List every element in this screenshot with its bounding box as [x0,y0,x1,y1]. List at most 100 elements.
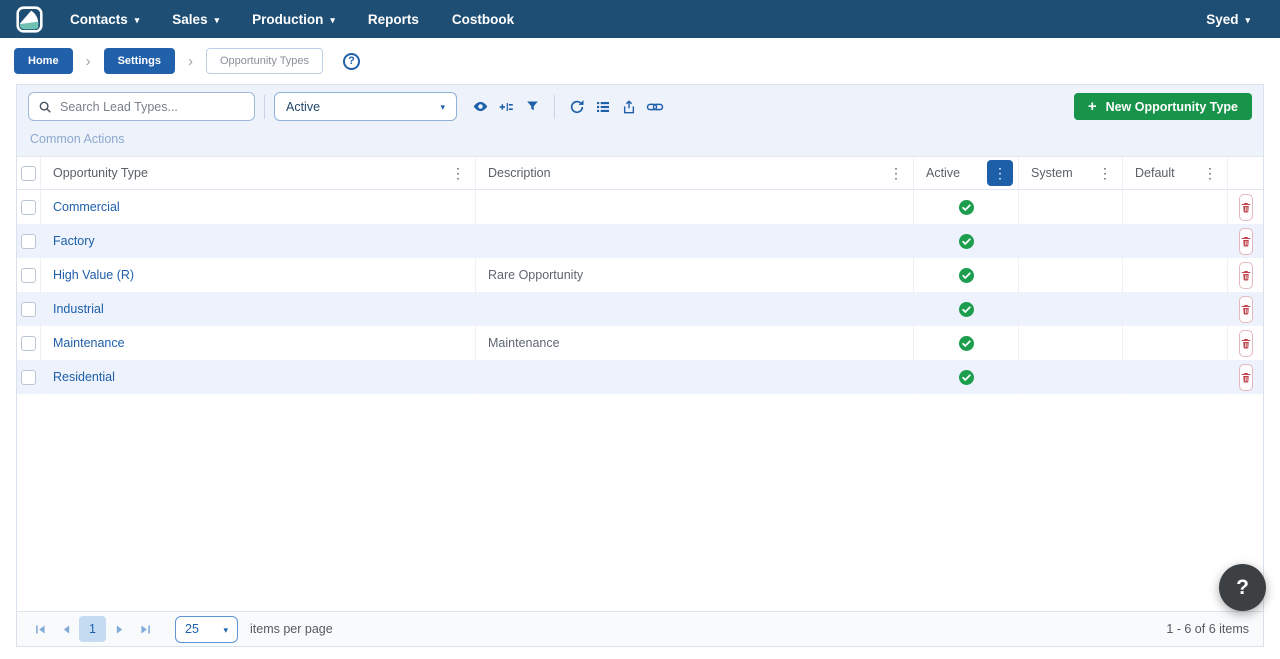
opportunity-type-cell: Factory [41,224,476,258]
header-active-label: Active [926,166,960,180]
link-icon [646,98,664,116]
link-button[interactable] [642,94,668,120]
first-page-icon [34,623,47,636]
opportunity-type-link[interactable]: High Value (R) [53,268,134,282]
delete-button[interactable] [1239,228,1253,255]
column-menu-button[interactable]: ⋮ [884,161,908,185]
system-cell [1019,326,1123,360]
opportunity-type-link[interactable]: Commercial [53,200,120,214]
opportunity-type-link[interactable]: Factory [53,234,95,248]
user-menu[interactable]: Syed ▾ [1206,12,1250,27]
header-system: System ⋮ [1019,157,1123,189]
table-empty-area [17,394,1263,611]
table-row: Industrial [17,292,1263,326]
column-menu-button[interactable]: ⋮ [1198,161,1222,185]
header-description: Description ⋮ [476,157,914,189]
page-number-button[interactable]: 1 [79,616,106,642]
delete-button[interactable] [1239,262,1253,289]
row-checkbox[interactable] [21,200,36,215]
row-checkbox[interactable] [21,268,36,283]
nav-reports[interactable]: Reports [368,12,419,27]
nav-production[interactable]: Production ▾ [252,12,335,27]
app-logo-icon[interactable] [16,6,43,33]
previous-page-icon [60,623,73,636]
delete-button[interactable] [1239,330,1253,357]
chevron-down-icon: ▾ [1245,16,1250,25]
trash-icon [1240,337,1252,350]
default-cell [1123,258,1228,292]
breadcrumb-home-button[interactable]: Home [14,48,73,74]
trash-icon [1240,269,1252,282]
description-cell [476,224,914,258]
toolbar-icon-group [467,94,668,120]
items-per-page-label: items per page [250,622,333,636]
breadcrumb: Home › Settings › Opportunity Types ? [0,38,1280,84]
actions-cell [1228,224,1263,258]
nav-costbook[interactable]: Costbook [452,12,514,27]
description-cell [476,292,914,326]
description-cell [476,190,914,224]
breadcrumb-help-icon[interactable]: ? [343,53,360,70]
search-input[interactable] [60,100,245,114]
opportunity-type-cell: Commercial [41,190,476,224]
nav-sales[interactable]: Sales ▾ [172,12,219,27]
page-size-dropdown[interactable]: 25 ▾ [175,616,238,643]
new-opportunity-type-button[interactable]: + New Opportunity Type [1074,93,1252,120]
next-page-button[interactable] [106,616,132,642]
nav-production-label: Production [252,12,323,27]
column-menu-button[interactable]: ⋮ [446,161,470,185]
row-checkbox[interactable] [21,336,36,351]
filter-funnel-icon [525,99,540,114]
toolbar-divider [554,95,555,119]
last-page-icon [139,623,152,636]
opportunity-type-link[interactable]: Maintenance [53,336,125,350]
actions-cell [1228,258,1263,292]
row-checkbox[interactable] [21,302,36,317]
filter-button[interactable] [519,94,545,120]
active-cell [914,360,1019,394]
view-columns-button[interactable] [467,94,493,120]
delete-button[interactable] [1239,194,1253,221]
grid-toolbar: Active ▾ [17,85,1263,157]
delete-button[interactable] [1239,364,1253,391]
delete-button[interactable] [1239,296,1253,323]
common-actions-link[interactable]: Common Actions [30,132,124,146]
breadcrumb-settings-button[interactable]: Settings [104,48,175,74]
list-view-button[interactable] [590,94,616,120]
last-page-button[interactable] [132,616,158,642]
add-column-button[interactable] [493,94,519,120]
header-opportunity-type-label: Opportunity Type [53,166,148,180]
trash-icon [1240,371,1252,384]
page-size-value: 25 [185,622,199,636]
status-filter-dropdown[interactable]: Active ▾ [274,92,457,121]
refresh-button[interactable] [564,94,590,120]
first-page-button[interactable] [27,616,53,642]
trash-icon [1240,303,1252,316]
chevron-down-icon: ▾ [223,626,228,635]
nav-costbook-label: Costbook [452,12,514,27]
chevron-down-icon: ▾ [440,103,445,112]
column-menu-button-active[interactable]: ⋮ [987,160,1013,186]
row-checkbox[interactable] [21,234,36,249]
active-cell [914,190,1019,224]
select-all-checkbox[interactable] [21,166,36,181]
opportunity-type-cell: Maintenance [41,326,476,360]
row-checkbox[interactable] [21,370,36,385]
search-box [28,92,255,121]
table-row: High Value (R) Rare Opportunity [17,258,1263,292]
active-cell [914,292,1019,326]
header-opportunity-type: Opportunity Type ⋮ [41,157,476,189]
actions-cell [1228,190,1263,224]
export-icon [621,99,637,115]
opportunity-type-link[interactable]: Industrial [53,302,104,316]
column-menu-button[interactable]: ⋮ [1093,161,1117,185]
opportunity-type-link[interactable]: Residential [53,370,115,384]
nav-contacts[interactable]: Contacts ▾ [70,12,139,27]
previous-page-button[interactable] [53,616,79,642]
export-button[interactable] [616,94,642,120]
row-checkbox-cell [17,190,41,224]
system-cell [1019,224,1123,258]
help-fab-button[interactable]: ? [1219,564,1266,611]
header-default-label: Default [1135,166,1175,180]
default-cell [1123,224,1228,258]
